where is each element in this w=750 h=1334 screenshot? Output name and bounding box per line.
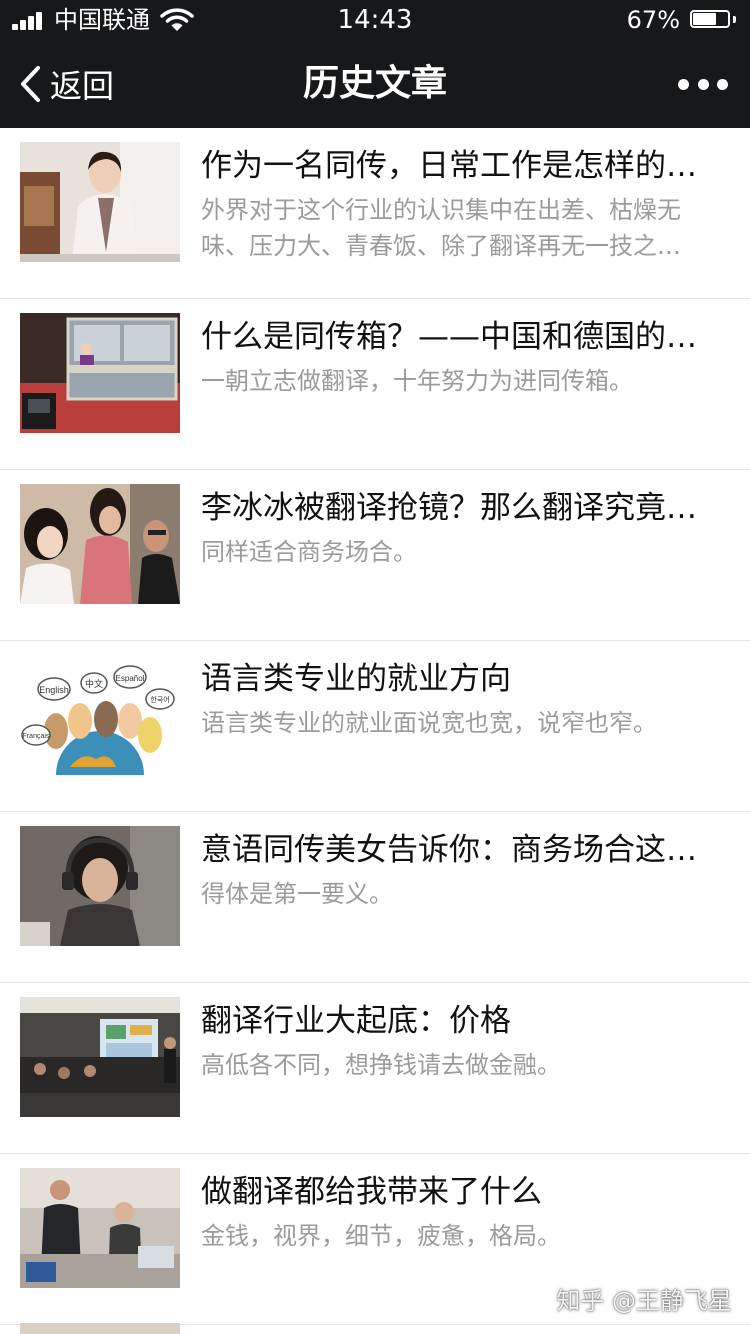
more-options-button[interactable] xyxy=(678,70,728,98)
battery-icon xyxy=(690,10,736,30)
article-title: 语言类专业的就业方向 xyxy=(201,661,511,697)
speech-label-francais: Français xyxy=(23,733,50,740)
top-bar: 中国联通 14:43 67% 返回 历史文章 xyxy=(0,0,750,128)
status-bar: 中国联通 14:43 67% xyxy=(0,0,750,40)
battery-percent: 67% xyxy=(626,6,680,34)
chevron-left-icon xyxy=(21,66,40,102)
navigation-bar: 返回 历史文章 xyxy=(0,40,750,128)
article-item[interactable]: English 中文 Español 한국어 Français 语言类专业的就业… xyxy=(0,641,750,812)
article-description: 得体是第一要义。 xyxy=(201,880,393,908)
article-thumbnail xyxy=(20,826,180,946)
more-dot-icon xyxy=(697,78,709,90)
article-thumbnail xyxy=(20,1323,180,1334)
speech-label-espanol: Español xyxy=(116,674,145,683)
article-description: 高低各不同，想挣钱请去做金融。 xyxy=(201,1051,561,1079)
watermark: 知乎 @王静飞星 xyxy=(556,1287,732,1315)
article-description: 外界对于这个行业的认识集中在出差、枯燥无味、压力大、青春饭、除了翻译再无一技之… xyxy=(201,196,681,260)
article-title: 李冰冰被翻译抢镜？那么翻译究竟… xyxy=(201,490,697,526)
article-title: 作为一名同传，日常工作是怎样的… xyxy=(201,148,697,184)
back-button[interactable]: 返回 xyxy=(18,62,114,106)
article-thumbnail xyxy=(20,1168,180,1288)
article-list: 作为一名同传，日常工作是怎样的… 外界对于这个行业的认识集中在出差、枯燥无味、压… xyxy=(0,128,750,1325)
more-dot-icon xyxy=(678,78,689,90)
article-title: 什么是同传箱？——中国和德国的… xyxy=(201,319,697,355)
article-title: 做翻译都给我带来了什么 xyxy=(201,1174,542,1210)
article-item[interactable]: 什么是同传箱？——中国和德国的… 一朝立志做翻译，十年努力为进同传箱。 xyxy=(0,299,750,470)
article-thumbnail xyxy=(20,142,180,262)
article-description: 同样适合商务场合。 xyxy=(201,538,417,566)
article-item[interactable]: 李冰冰被翻译抢镜？那么翻译究竟… 同样适合商务场合。 xyxy=(0,470,750,641)
article-thumbnail xyxy=(20,484,180,604)
article-thumbnail xyxy=(20,997,180,1117)
article-item[interactable]: 翻译行业大起底：价格 高低各不同，想挣钱请去做金融。 xyxy=(0,983,750,1154)
article-item[interactable]: 意语同传美女告诉你：商务场合这… 得体是第一要义。 xyxy=(0,812,750,983)
more-dot-icon xyxy=(717,78,728,90)
back-label: 返回 xyxy=(50,67,115,105)
article-description: 语言类专业的就业面说宽也宽，说窄也窄。 xyxy=(201,709,657,737)
speech-label-english: English xyxy=(39,685,69,695)
speech-label-korean: 한국어 xyxy=(150,695,169,704)
speech-label-chinese: 中文 xyxy=(85,678,103,690)
article-item[interactable]: 作为一名同传，日常工作是怎样的… 外界对于这个行业的认识集中在出差、枯燥无味、压… xyxy=(0,128,750,299)
article-title: 意语同传美女告诉你：商务场合这… xyxy=(201,832,697,868)
article-thumbnail xyxy=(20,313,180,433)
article-thumbnail: English 中文 Español 한국어 Français xyxy=(20,655,180,775)
article-title: 翻译行业大起底：价格 xyxy=(201,1003,511,1039)
article-description: 一朝立志做翻译，十年努力为进同传箱。 xyxy=(201,367,633,395)
article-description: 金钱，视界，细节，疲惫，格局。 xyxy=(201,1222,561,1250)
